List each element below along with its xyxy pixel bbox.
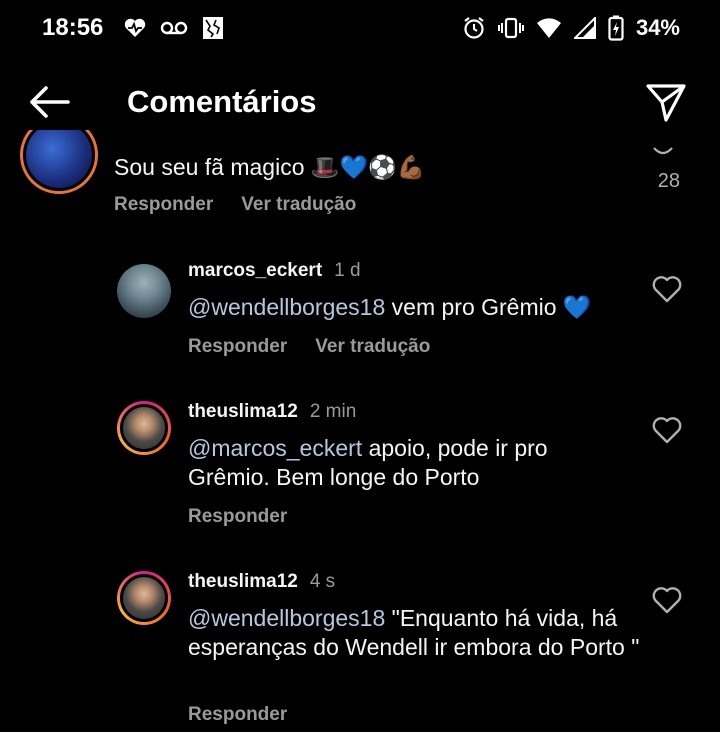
avatar-image <box>120 574 168 622</box>
mention-link[interactable]: @wendellborges18 <box>188 294 385 320</box>
avatar[interactable] <box>117 264 171 318</box>
username[interactable]: theuslima12 <box>188 571 298 592</box>
reply-button[interactable]: Responder <box>114 194 213 216</box>
avatar[interactable] <box>117 401 171 455</box>
reply-button[interactable]: Responder <box>188 336 287 358</box>
status-bar: 18:56 34% <box>0 0 720 56</box>
comment-actions: Responder Ver tradução <box>114 194 356 216</box>
alarm-icon <box>464 17 484 39</box>
timestamp: 2 min <box>309 401 357 422</box>
voicemail-icon <box>160 21 188 35</box>
comment-actions: Responder <box>188 506 287 528</box>
back-arrow-icon[interactable] <box>26 82 72 122</box>
status-left-icons <box>124 14 224 42</box>
vibrate-icon <box>497 17 524 39</box>
translate-button[interactable]: Ver tradução <box>241 194 356 216</box>
image-icon <box>203 17 223 39</box>
avatar[interactable] <box>20 130 98 196</box>
heart-icon[interactable] <box>652 275 682 303</box>
translate-button[interactable]: Ver tradução <box>315 336 430 358</box>
signal-icon <box>573 17 596 39</box>
comment-text: @wendellborges18 vem pro Grêmio 💙 <box>188 293 648 322</box>
comment-text: Sou seu fã magico 🎩💙⚽💪🏾 <box>114 154 426 180</box>
comment-actions: Responder <box>188 704 287 726</box>
comment-text: @marcos_eckert apoio, pode ir pro Grêmio… <box>188 434 588 492</box>
heart-icon[interactable] <box>652 146 674 158</box>
avatar[interactable] <box>117 571 171 625</box>
mention-link[interactable]: @marcos_eckert <box>188 435 362 461</box>
mention-link[interactable]: @wendellborges18 <box>188 605 385 631</box>
username[interactable]: marcos_eckert <box>188 260 322 281</box>
status-right-icons: 34% <box>462 14 680 42</box>
reply-button[interactable]: Responder <box>188 704 287 726</box>
username[interactable]: theuslima12 <box>188 401 298 422</box>
comment-text: @wendellborges18 "Enquanto há vida, há e… <box>188 604 648 662</box>
timestamp: 1 d <box>334 260 361 281</box>
heart-icon[interactable] <box>652 416 682 444</box>
wifi-icon <box>536 18 561 38</box>
avatar-image <box>120 404 168 452</box>
status-time: 18:56 <box>42 14 104 41</box>
heart-pulse-icon <box>124 18 146 37</box>
battery-percent: 34% <box>635 15 680 40</box>
header: Comentários <box>0 74 720 132</box>
heart-icon[interactable] <box>652 586 682 614</box>
send-icon[interactable] <box>644 80 688 124</box>
comment-actions: Responder Ver tradução <box>188 336 430 358</box>
comment-header: theuslima12 4 s <box>188 571 335 593</box>
page-title: Comentários <box>127 84 317 119</box>
like-count: 28 <box>657 170 680 192</box>
comment-body: vem pro Grêmio 💙 <box>385 294 592 320</box>
comment-header: marcos_eckert 1 d <box>188 260 361 282</box>
reply-button[interactable]: Responder <box>188 506 287 528</box>
timestamp: 4 s <box>309 571 336 592</box>
battery-charging-icon <box>608 15 624 41</box>
comment-header: theuslima12 2 min <box>188 401 356 423</box>
